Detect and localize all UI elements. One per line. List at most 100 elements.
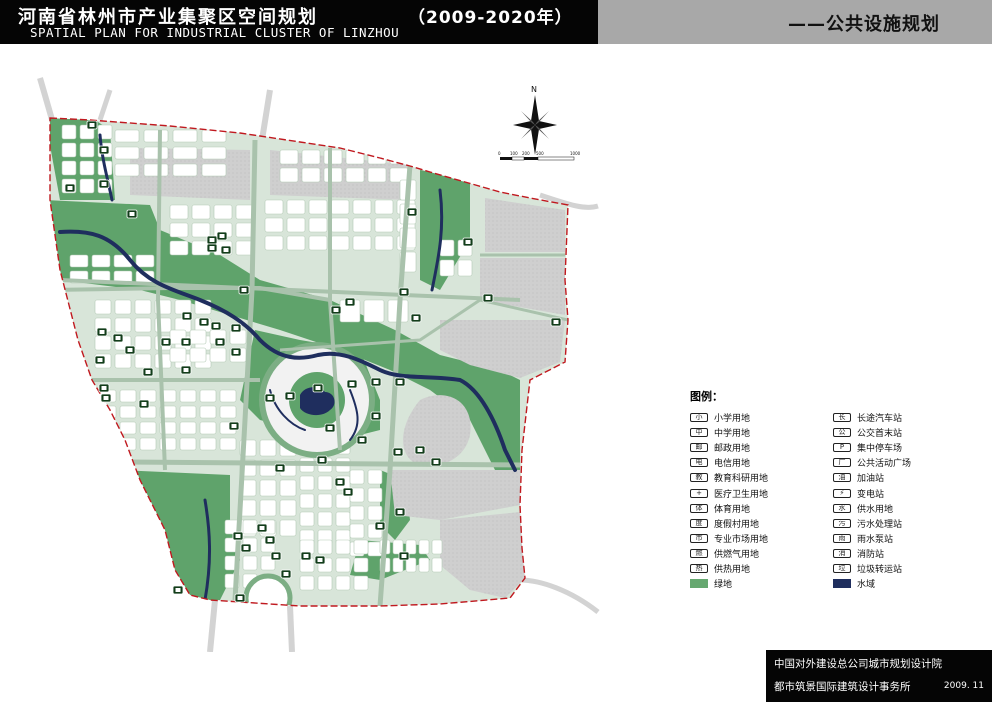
legend-item: 污污水处理站	[833, 516, 911, 531]
facility-marker-icon	[232, 531, 244, 541]
land-block	[154, 353, 172, 369]
land-block	[335, 511, 351, 527]
land-block	[259, 479, 277, 497]
facility-marker-icon	[100, 393, 112, 403]
land-block	[352, 199, 372, 215]
legend-item: 小小学用地	[690, 410, 768, 425]
land-block	[119, 389, 137, 403]
legend-symbol-icon: 垃	[833, 563, 851, 573]
legend-symbol-icon: 小	[690, 413, 708, 423]
land-block	[301, 149, 321, 165]
legend-item: 市专业市场用地	[690, 531, 768, 546]
land-block	[242, 519, 258, 535]
land-block	[213, 204, 233, 220]
legend-item: 体体育用地	[690, 501, 768, 516]
facility-marker-icon	[398, 551, 410, 561]
land-block	[317, 475, 333, 491]
legend-item: 水供水用地	[833, 501, 911, 516]
institute-name: 中国对外建设总公司城市规划设计院	[774, 658, 942, 670]
land-block	[114, 317, 132, 333]
land-block	[264, 217, 284, 233]
facility-marker-icon	[234, 593, 246, 603]
legend-label: 雨水泵站	[857, 534, 894, 545]
legend-symbol-icon: 邮	[690, 443, 708, 453]
land-block	[363, 299, 385, 323]
legend-item: ⚡ 变电站	[833, 485, 911, 500]
legend-item: 公公交首末站	[833, 425, 911, 440]
land-block	[457, 259, 473, 277]
land-block	[179, 437, 197, 451]
facility-marker-icon	[138, 399, 150, 409]
scale-label: 0	[498, 151, 501, 156]
land-block	[179, 389, 197, 403]
scale-label: 500	[536, 151, 544, 156]
facility-marker-icon	[264, 393, 276, 403]
land-block	[135, 254, 155, 268]
legend-label: 加油站	[857, 474, 885, 485]
land-block	[335, 557, 351, 573]
legend-item: 热供热用地	[690, 561, 768, 576]
land-block	[119, 421, 137, 435]
land-block	[139, 437, 157, 451]
plan-subtitle: SPATIAL PLAN FOR INDUSTRIAL CLUSTER OF L…	[30, 25, 400, 40]
north-label: N	[531, 85, 537, 94]
compass-rose: N	[513, 85, 557, 155]
legend-symbol-icon: 污	[833, 518, 851, 528]
land-block	[431, 539, 443, 555]
legend-label: 水域	[857, 580, 876, 591]
theme-bar: ——公共设施规划	[598, 0, 992, 44]
facility-marker-icon	[214, 337, 226, 347]
legend-item: 度度假村用地	[690, 516, 768, 531]
land-block	[94, 299, 112, 315]
facility-marker-icon	[220, 245, 232, 255]
land-block	[317, 575, 333, 591]
facility-marker-icon	[86, 120, 98, 130]
land-block	[209, 347, 227, 363]
land-block	[374, 235, 394, 251]
legend-item: 燃供燃气用地	[690, 546, 768, 561]
facility-marker-icon	[342, 487, 354, 497]
scale-bar: 0 100 200 500 1000	[498, 151, 581, 161]
legend-label: 供水用地	[857, 504, 894, 515]
legend-symbol-icon: 燃	[690, 548, 708, 558]
land-block	[323, 149, 343, 165]
legend-column-right: 长长途汽车站公公交首末站 P 集中停车场广公共活动广场油加油站 ⚡ 变电站水供水用地污污…	[833, 410, 911, 591]
land-block	[367, 487, 383, 503]
facility-marker-icon	[238, 285, 250, 295]
land-block	[330, 235, 350, 251]
land-block	[345, 149, 365, 165]
land-block	[79, 142, 95, 158]
legend-label: 变电站	[857, 489, 885, 500]
facility-marker-icon	[370, 377, 382, 387]
land-block	[431, 557, 443, 573]
land-block	[279, 499, 297, 517]
land-block	[169, 347, 187, 363]
land-block	[172, 129, 198, 143]
land-block	[219, 389, 237, 403]
facility-marker-icon	[126, 209, 138, 219]
legend-label: 公交首末站	[857, 429, 903, 440]
facility-marker-icon	[256, 523, 268, 533]
land-block	[335, 539, 351, 555]
facility-marker-icon	[180, 365, 192, 375]
land-block	[308, 235, 328, 251]
facility-marker-icon	[98, 145, 110, 155]
facility-marker-icon	[274, 463, 286, 473]
legend-item: 油加油站	[833, 470, 911, 485]
legend-symbol-icon: 水	[833, 503, 851, 513]
land-block	[367, 505, 383, 521]
scale-label: 1000	[570, 151, 581, 156]
land-block	[301, 167, 321, 183]
land-block	[169, 240, 189, 256]
facility-marker-icon	[270, 551, 282, 561]
land-block	[219, 405, 237, 419]
legend-label: 电信用地	[714, 459, 751, 470]
legend-label: 专业市场用地	[714, 534, 769, 545]
land-block	[323, 167, 343, 183]
facility-marker-icon	[240, 543, 252, 553]
facility-marker-icon	[482, 293, 494, 303]
facility-marker-icon	[394, 377, 406, 387]
land-block	[367, 469, 383, 485]
facility-marker-icon	[356, 435, 368, 445]
land-block	[317, 539, 333, 555]
